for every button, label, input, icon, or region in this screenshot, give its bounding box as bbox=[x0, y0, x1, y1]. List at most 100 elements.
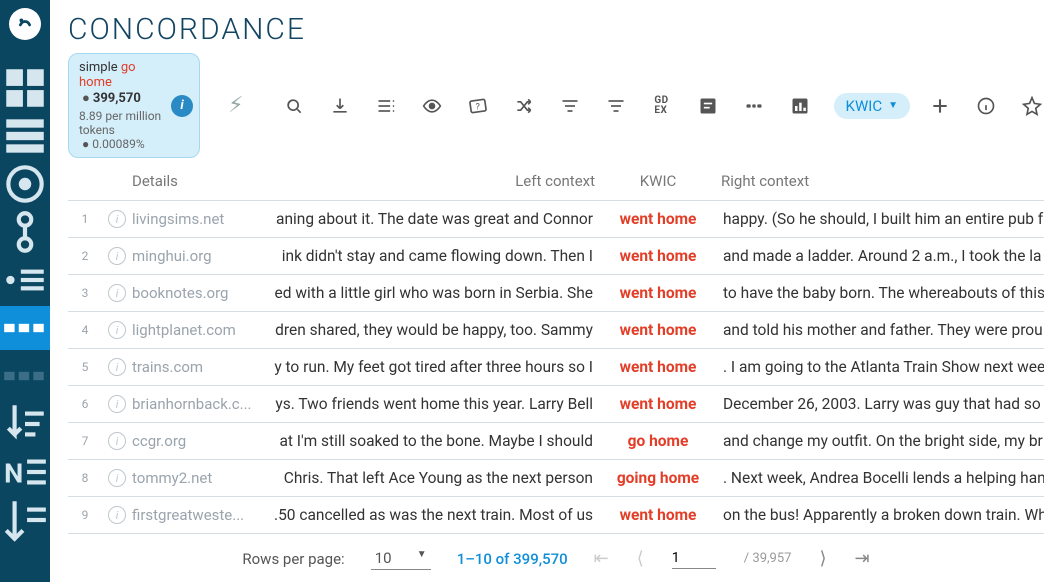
first-page-icon[interactable]: ⇤ bbox=[594, 548, 609, 569]
gdex-icon[interactable]: GDEX bbox=[650, 94, 674, 118]
shuffle-icon[interactable] bbox=[512, 94, 536, 118]
sidebar-ngram-icon[interactable]: N bbox=[0, 450, 50, 494]
sidebar-trends-icon[interactable] bbox=[0, 498, 50, 542]
row-info-icon[interactable]: i bbox=[102, 506, 132, 524]
header-left: Left context bbox=[272, 172, 603, 190]
row-right-context: . I am going to the Atlanta Train Show n… bbox=[713, 358, 1044, 376]
info-circle-icon[interactable] bbox=[974, 94, 998, 118]
stats-icon[interactable] bbox=[788, 94, 812, 118]
row-source[interactable]: firstgreatweste... bbox=[132, 506, 272, 524]
macro-icon[interactable]: ⚡︎ bbox=[228, 93, 243, 118]
plus-icon[interactable] bbox=[928, 94, 952, 118]
prev-page-icon[interactable]: ⟨ bbox=[637, 548, 644, 569]
row-left-context: Chris. That left Ace Young as the next p… bbox=[272, 469, 603, 487]
sentence-icon[interactable] bbox=[696, 94, 720, 118]
row-kwic: went home bbox=[603, 358, 713, 376]
table-row[interactable]: 6ibrianhornback.c...ys. Two friends went… bbox=[68, 386, 1044, 423]
table-row[interactable]: 3ibooknotes.orged with a little girl who… bbox=[68, 275, 1044, 312]
sidebar-target-icon[interactable] bbox=[0, 162, 50, 206]
sidebar-wordlist-icon[interactable] bbox=[0, 258, 50, 302]
info-icon[interactable]: i bbox=[171, 95, 193, 117]
row-right-context: and change my outfit. On the bright side… bbox=[713, 432, 1044, 450]
row-left-context: aning about it. The date was great and C… bbox=[272, 210, 603, 228]
row-source[interactable]: tommy2.net bbox=[132, 469, 272, 487]
query-prefix: simple bbox=[79, 60, 118, 75]
row-info-icon[interactable]: i bbox=[102, 321, 132, 339]
row-left-context: ys. Two friends went home this year. Lar… bbox=[272, 395, 603, 413]
range-text: 1–10 of 399,570 bbox=[457, 550, 568, 568]
row-source[interactable]: booknotes.org bbox=[132, 284, 272, 302]
sidebar-concordance-icon[interactable] bbox=[0, 306, 50, 350]
row-left-context: dren shared, they would be happy, too. S… bbox=[272, 321, 603, 339]
row-source[interactable]: lightplanet.com bbox=[132, 321, 272, 339]
row-number: 1 bbox=[68, 212, 102, 226]
header-kwic: KWIC bbox=[603, 172, 713, 190]
sidebar-dashboard-icon[interactable] bbox=[0, 66, 50, 110]
table-row[interactable]: 8itommy2.netChris. That left Ace Young a… bbox=[68, 460, 1044, 497]
row-kwic: went home bbox=[603, 210, 713, 228]
chevron-down-icon: ▼ bbox=[417, 549, 427, 567]
row-info-icon[interactable]: i bbox=[102, 395, 132, 413]
total-pages: / 39,957 bbox=[744, 551, 792, 566]
row-left-context: at I'm still soaked to the bone. Maybe I… bbox=[272, 432, 603, 450]
row-kwic: went home bbox=[603, 506, 713, 524]
svg-text:N: N bbox=[4, 457, 23, 489]
kwic-dropdown[interactable]: KWIC▼ bbox=[834, 93, 910, 119]
sidebar-item-disabled bbox=[0, 354, 50, 398]
app-logo[interactable] bbox=[9, 8, 41, 40]
row-info-icon[interactable]: i bbox=[102, 210, 132, 228]
row-right-context: to have the baby born. The whereabouts o… bbox=[713, 284, 1044, 302]
chevron-down-icon: ▼ bbox=[888, 100, 898, 111]
sidebar-thesaurus-icon[interactable] bbox=[0, 210, 50, 254]
row-left-context: ink didn't stay and came flowing down. T… bbox=[272, 247, 603, 265]
row-number: 6 bbox=[68, 397, 102, 411]
row-source[interactable]: minghui.org bbox=[132, 247, 272, 265]
ellipsis-icon[interactable] bbox=[742, 94, 766, 118]
row-info-icon[interactable]: i bbox=[102, 469, 132, 487]
table-row[interactable]: 5itrains.comy to run. My feet got tired … bbox=[68, 349, 1044, 386]
row-info-icon[interactable]: i bbox=[102, 432, 132, 450]
table-row[interactable]: 9ifirstgreatweste....50 cancelled as was… bbox=[68, 497, 1044, 534]
row-info-icon[interactable]: i bbox=[102, 284, 132, 302]
row-source[interactable]: trains.com bbox=[132, 358, 272, 376]
table-row[interactable]: 7iccgr.orgat I'm still soaked to the bon… bbox=[68, 423, 1044, 460]
row-info-icon[interactable]: i bbox=[102, 358, 132, 376]
row-source[interactable]: brianhornback.c... bbox=[132, 395, 272, 413]
filter-icon[interactable] bbox=[604, 94, 628, 118]
next-page-icon[interactable]: ⟩ bbox=[819, 548, 826, 569]
row-left-context: ed with a little girl who was born in Se… bbox=[272, 284, 603, 302]
row-source[interactable]: ccgr.org bbox=[132, 432, 272, 450]
row-left-context: .50 cancelled as was the next train. Mos… bbox=[272, 506, 603, 524]
query-percent: 0.00089% bbox=[92, 137, 144, 151]
row-right-context: December 26, 2003. Larry was guy that ha… bbox=[713, 395, 1044, 413]
reset-icon[interactable] bbox=[282, 94, 306, 118]
row-number: 5 bbox=[68, 360, 102, 374]
row-number: 4 bbox=[68, 323, 102, 337]
row-kwic: going home bbox=[603, 469, 713, 487]
page-title: CONCORDANCE bbox=[68, 12, 1044, 47]
table-row[interactable]: 1ilivingsims.netaning about it. The date… bbox=[68, 201, 1044, 238]
card-question-icon[interactable]: ? bbox=[466, 94, 490, 118]
sidebar: N bbox=[0, 0, 50, 582]
star-icon[interactable] bbox=[1020, 94, 1044, 118]
row-info-icon[interactable]: i bbox=[102, 247, 132, 265]
row-left-context: y to run. My feet got tired after three … bbox=[272, 358, 603, 376]
sidebar-sort-icon[interactable] bbox=[0, 402, 50, 446]
svg-text:?: ? bbox=[475, 102, 479, 112]
sort-icon[interactable] bbox=[558, 94, 582, 118]
query-chip[interactable]: simple go home ●399,570 8.89 per million… bbox=[68, 53, 200, 158]
table-row[interactable]: 4ilightplanet.comdren shared, they would… bbox=[68, 312, 1044, 349]
rpp-select[interactable]: 10▼ bbox=[371, 547, 431, 570]
row-source[interactable]: livingsims.net bbox=[132, 210, 272, 228]
row-number: 8 bbox=[68, 471, 102, 485]
eye-icon[interactable] bbox=[420, 94, 444, 118]
last-page-icon[interactable]: ⇥ bbox=[855, 548, 870, 569]
download-icon[interactable] bbox=[328, 94, 352, 118]
page-input[interactable] bbox=[672, 548, 716, 569]
header-right: Right context bbox=[713, 172, 1044, 190]
row-right-context: . Next week, Andrea Bocelli lends a help… bbox=[713, 469, 1044, 487]
kwic-lines-icon[interactable] bbox=[374, 94, 398, 118]
query-per-million: 8.89 per million tokens bbox=[79, 109, 161, 137]
sidebar-list-icon[interactable] bbox=[0, 114, 50, 158]
table-row[interactable]: 2iminghui.orgink didn't stay and came fl… bbox=[68, 238, 1044, 275]
